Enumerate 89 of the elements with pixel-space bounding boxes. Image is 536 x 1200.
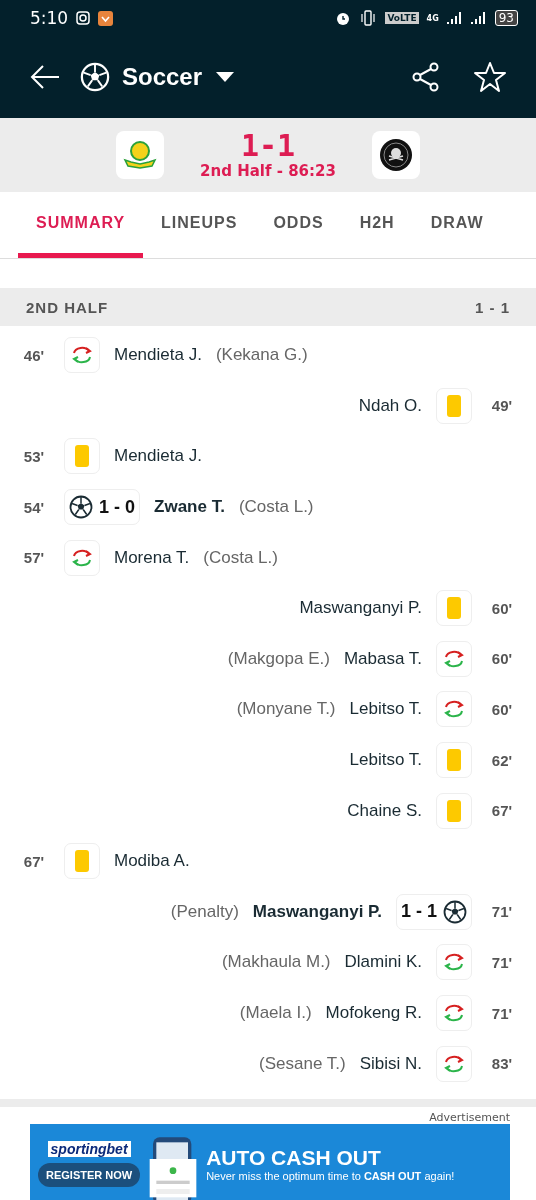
event-minute: 54': [22, 498, 46, 516]
network-type: 4G: [426, 13, 439, 23]
ad-banner[interactable]: sportingbet REGISTER NOW AUTO CASH OUT Never miss the optimum time to CASH OUT again!: [30, 1123, 510, 1200]
event-minute: 60': [490, 700, 514, 718]
event-minute: 83': [490, 1055, 514, 1073]
ball-icon: [443, 899, 467, 924]
swap-arrows-icon: [442, 952, 466, 973]
ad-label: Advertisement: [429, 1110, 510, 1124]
register-button[interactable]: REGISTER NOW: [38, 1162, 141, 1187]
event-minute: 53': [22, 448, 46, 465]
event-note: (Kekana G.): [215, 345, 308, 366]
match-status: 2nd Half - 86:23: [200, 162, 336, 180]
player-name[interactable]: Dlamini K.: [344, 952, 422, 973]
event-minute: 46': [22, 346, 46, 364]
event-note: (Maela I.): [239, 1003, 312, 1023]
swap-arrows-icon: [70, 345, 94, 366]
tab[interactable]: H2H: [341, 192, 413, 258]
player-name[interactable]: Mendieta J.: [114, 345, 202, 366]
booking-card-icon: [75, 850, 89, 873]
event-note: (Penalty): [170, 901, 239, 922]
swap-arrows-icon: [70, 547, 94, 568]
goal-score: 1 - 0: [99, 496, 136, 518]
volte-indicator: VoLTE: [385, 12, 419, 24]
booking-card-icon: [447, 749, 461, 772]
dropdown-caret-icon[interactable]: [216, 72, 235, 82]
ball-icon: [80, 62, 110, 92]
player-name[interactable]: Zwane T.: [154, 497, 225, 518]
match-score: 1-1: [240, 130, 296, 162]
vibrate-icon: [359, 10, 378, 26]
crest-icon: [123, 140, 158, 170]
event-note: (Makgopa E.): [227, 648, 330, 669]
section-score: 1 - 1: [475, 298, 510, 316]
event-minute: 57': [22, 549, 46, 567]
event-minute: 71': [490, 953, 514, 971]
event-minute: 49': [490, 397, 514, 415]
tab[interactable]: ODDS: [255, 192, 342, 258]
ball-icon: [69, 495, 93, 520]
event-minute: 71': [490, 1004, 514, 1022]
player-name[interactable]: Lebitso T.: [349, 750, 422, 771]
booking-card-icon: [447, 597, 461, 620]
event-minute: 71': [490, 903, 514, 921]
event-minute: 60': [490, 599, 514, 617]
player-name[interactable]: Chaine S.: [347, 800, 422, 821]
brand-logo: sportingbet: [47, 1140, 131, 1157]
event-note: (Sesane T.): [259, 1053, 346, 1074]
ad-headline: AUTO CASH OUT: [206, 1145, 382, 1170]
event-minute: 67': [490, 802, 514, 820]
swap-arrows-icon: [442, 1053, 466, 1074]
event-note: (Monyane T.): [236, 699, 336, 720]
event-note: (Costa L.): [203, 547, 278, 568]
swap-arrows-icon: [442, 1003, 466, 1023]
player-name[interactable]: Modiba A.: [114, 851, 190, 872]
booking-card-icon: [447, 799, 461, 822]
event-minute: 62': [490, 751, 514, 769]
camera-app-icon: [76, 11, 91, 25]
player-name[interactable]: Mabasa T.: [343, 648, 422, 669]
signal-icon: [470, 11, 487, 25]
player-name[interactable]: Ndah O.: [358, 395, 422, 416]
alarm-icon: [335, 10, 352, 26]
event-minute: 67': [22, 852, 46, 870]
event-note: (Makhaula M.): [221, 952, 331, 973]
player-name[interactable]: Morena T.: [114, 547, 190, 568]
player-name[interactable]: Lebitso T.: [349, 699, 422, 720]
booking-card-icon: [75, 445, 89, 468]
battery-level: 93: [494, 10, 518, 26]
event-note: (Costa L.): [238, 497, 314, 518]
signal-icon: [446, 11, 463, 25]
skull-crest-icon: [378, 138, 413, 172]
player-name[interactable]: Mofokeng R.: [325, 1003, 422, 1023]
booking-card-icon: [447, 394, 461, 417]
player-name[interactable]: Maswanganyi P.: [299, 598, 422, 619]
player-name[interactable]: Maswanganyi P.: [252, 901, 382, 922]
event-minute: 60': [490, 650, 514, 668]
share-icon[interactable]: [412, 62, 440, 92]
section-title: 2ND HALF: [26, 298, 109, 316]
star-icon[interactable]: [474, 61, 506, 93]
ad-tagline: Never miss the optimum time to CASH OUT again!: [206, 1169, 455, 1182]
goal-score: 1 - 1: [400, 901, 437, 923]
tab[interactable]: LINEUPS: [143, 192, 256, 258]
player-name[interactable]: Mendieta J.: [114, 446, 202, 467]
back-arrow-icon[interactable]: [30, 64, 60, 90]
sport-title[interactable]: Soccer: [122, 63, 203, 91]
tab[interactable]: SUMMARY: [18, 192, 144, 258]
team-logo[interactable]: [371, 131, 420, 179]
tab[interactable]: DRAW: [412, 192, 502, 258]
player-name[interactable]: Sibisi N.: [359, 1053, 422, 1074]
swap-arrows-icon: [442, 648, 466, 669]
status-time: 5:10: [30, 8, 69, 28]
swap-arrows-icon: [442, 699, 466, 720]
